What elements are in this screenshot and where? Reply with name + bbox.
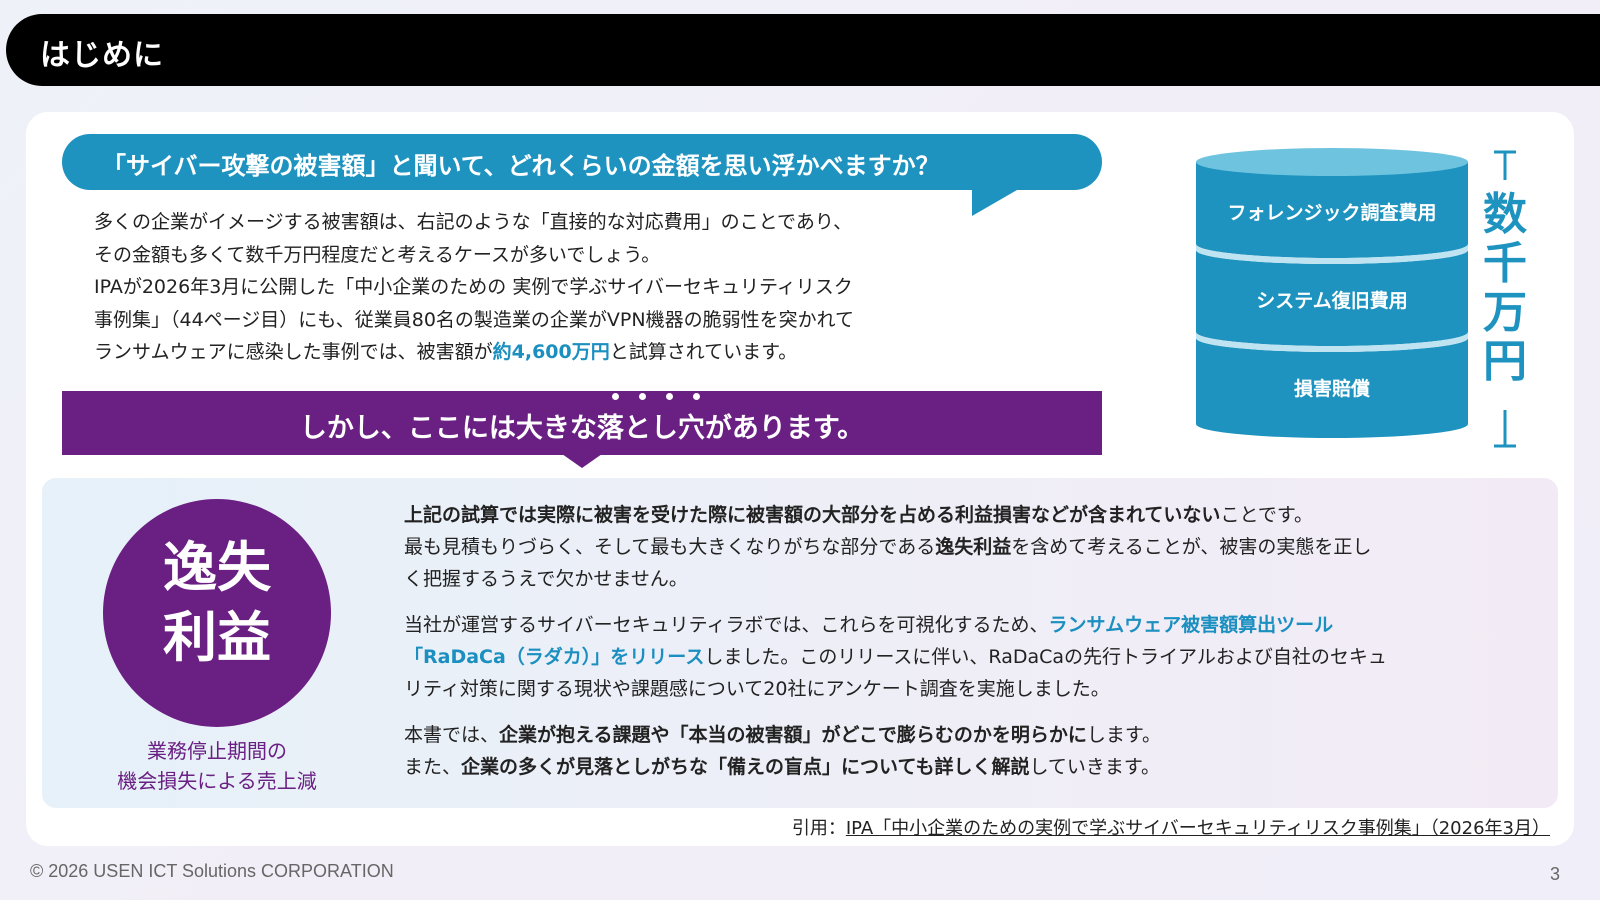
cost-cylinder: フォレンジック調査費用 システム復旧費用 損害賠償 — [1196, 148, 1468, 438]
caption-line: 業務停止期間の — [147, 739, 287, 763]
tool-name-link: ランサムウェア被害額算出ツール — [1048, 614, 1334, 636]
damage-amount: 約4,600万円 — [492, 341, 610, 363]
bold-text: 上記の試算では実際に被害を受けた際に被害額の大部分を占める利益損害などが含まれて… — [404, 504, 1221, 526]
paragraph: 本書では、企業が抱える課題や「本当の被害額」がどこで膨らむのかを明らかにします。… — [404, 719, 1544, 783]
intro-line: 事例集」（44ページ目）にも、従業員80名の製造業の企業がVPN機器の脆弱性を突… — [94, 308, 855, 331]
body-line: 「RaDaCa（ラダカ）」をリリースしました。このリリースに伴い、RaDaCaの… — [404, 641, 1544, 673]
intro-line: IPAが2026年3月に公開した「中小企業のための 実例で学ぶサイバーセキュリテ… — [94, 276, 853, 298]
amount-char: 円 — [1483, 336, 1527, 387]
title-bar: はじめに — [6, 14, 1600, 86]
body-text-segment: しました。このリリースに伴い、RaDaCaの先行トライアルおよび自社のセキュ — [704, 646, 1387, 668]
bold-text: 企業が抱える課題や「本当の被害額」がどこで膨らむのかを明らかに — [499, 724, 1087, 746]
body-line: また、企業の多くが見落としがちな「備えの盲点」についても詳しく解説していきます。 — [404, 751, 1544, 783]
cost-layer-recovery: システム復旧費用 — [1256, 290, 1408, 312]
amount-char: 数 — [1483, 189, 1527, 240]
body-text-segment: 最も見積もりづらく、そして最も大きくなりがちな部分である — [404, 536, 936, 558]
body-text-segment: 本書では、 — [404, 724, 500, 746]
body-text: 上記の試算では実際に被害を受けた際に被害額の大部分を占める利益損害などが含まれて… — [404, 499, 1544, 797]
intro-line: 多くの企業がイメージする被害額は、右記のような「直接的な対応費用」のことであり、 — [94, 211, 853, 233]
paragraph: 当社が運営するサイバーセキュリティラボでは、これらを可視化するため、ランサムウェ… — [404, 609, 1544, 705]
bold-text: 逸失利益 — [935, 536, 1012, 558]
intro-line: その金額も多くて数千万円程度だと考えるケースが多いでしょう。 — [94, 243, 661, 266]
amount-char: 千 — [1483, 238, 1527, 289]
intro-text-segment: ランサムウェアに感染した事例では、被害額が — [94, 341, 493, 363]
intro-text: 多くの企業がイメージする被害額は、右記のような「直接的な対応費用」のことであり、… — [94, 206, 994, 369]
body-line: く把握するうえで欠かせません。 — [404, 568, 688, 590]
pitfall-text: しかし、ここには大きな落とし穴があります。 — [299, 413, 865, 444]
question-bubble: 「サイバー攻撃の被害額」と聞いて、どれくらいの金額を思い浮かべますか？ — [62, 134, 1102, 190]
citation-link[interactable]: IPA「中小企業のための実例で学ぶサイバーセキュリティリスク事例集」（2026年… — [846, 818, 1550, 839]
paragraph: 上記の試算では実際に被害を受けた際に被害額の大部分を占める利益損害などが含まれて… — [404, 499, 1544, 595]
page-title: はじめに — [40, 38, 164, 73]
lost-profit-caption: 業務停止期間の 機会損失による売上減 — [78, 736, 356, 796]
bold-text: 企業の多くが見落としがちな「備えの盲点」についても詳しく解説 — [461, 756, 1030, 778]
body-text-segment: ことです。 — [1220, 504, 1313, 526]
emphasis-dots — [612, 393, 712, 403]
banner-tail — [562, 454, 602, 468]
question-text: 「サイバー攻撃の被害額」と聞いて、どれくらいの金額を思い浮かべますか？ — [102, 152, 940, 180]
tool-release-link: 「RaDaCa（ラダカ）」をリリース — [404, 646, 705, 668]
circle-text-line: 利益 — [163, 606, 271, 669]
body-line: 最も見積もりづらく、そして最も大きくなりがちな部分である逸失利益を含めて考えるこ… — [404, 531, 1544, 563]
intro-text-segment: と試算されています。 — [609, 341, 798, 363]
page-number: 3 — [1549, 864, 1560, 884]
body-text-segment: します。 — [1086, 724, 1161, 746]
body-line: 本書では、企業が抱える課題や「本当の被害額」がどこで膨らむのかを明らかにします。 — [404, 719, 1544, 751]
body-line: 当社が運営するサイバーセキュリティラボでは、これらを可視化するため、ランサムウェ… — [404, 609, 1544, 641]
caption-line: 機会損失による売上減 — [117, 769, 317, 793]
circle-text-line: 逸失 — [163, 536, 271, 599]
body-line: 上記の試算では実際に被害を受けた際に被害額の大部分を占める利益損害などが含まれて… — [404, 499, 1544, 531]
cost-layer-forensics: フォレンジック調査費用 — [1227, 202, 1437, 224]
amount-char: 万 — [1483, 287, 1527, 338]
body-text-segment: していきます。 — [1029, 756, 1161, 778]
cost-layer-compensation: 損害賠償 — [1293, 378, 1370, 400]
citation-prefix: 引用： — [791, 818, 846, 839]
citation: 引用：IPA「中小企業のための実例で学ぶサイバーセキュリティリスク事例集」（20… — [792, 814, 1550, 840]
copyright: © 2026 USEN ICT Solutions CORPORATION — [30, 861, 394, 881]
pitfall-banner: しかし、ここには大きな落とし穴があります。 — [62, 391, 1102, 455]
intro-line: ランサムウェアに感染した事例では、被害額が約4,600万円と試算されています。 — [94, 336, 994, 369]
body-text-segment: また、 — [404, 756, 462, 778]
body-text-segment: を含めて考えることが、被害の実態を正し — [1011, 536, 1372, 558]
lost-profit-circle: 逸失 利益 — [103, 499, 331, 727]
amount-label: 数 千 万 円 — [1481, 190, 1529, 386]
body-line: リティ対策に関する現状や課題感について20社にアンケート調査を実施しました。 — [404, 678, 1110, 700]
body-text-segment: 当社が運営するサイバーセキュリティラボでは、これらを可視化するため、 — [404, 614, 1049, 636]
